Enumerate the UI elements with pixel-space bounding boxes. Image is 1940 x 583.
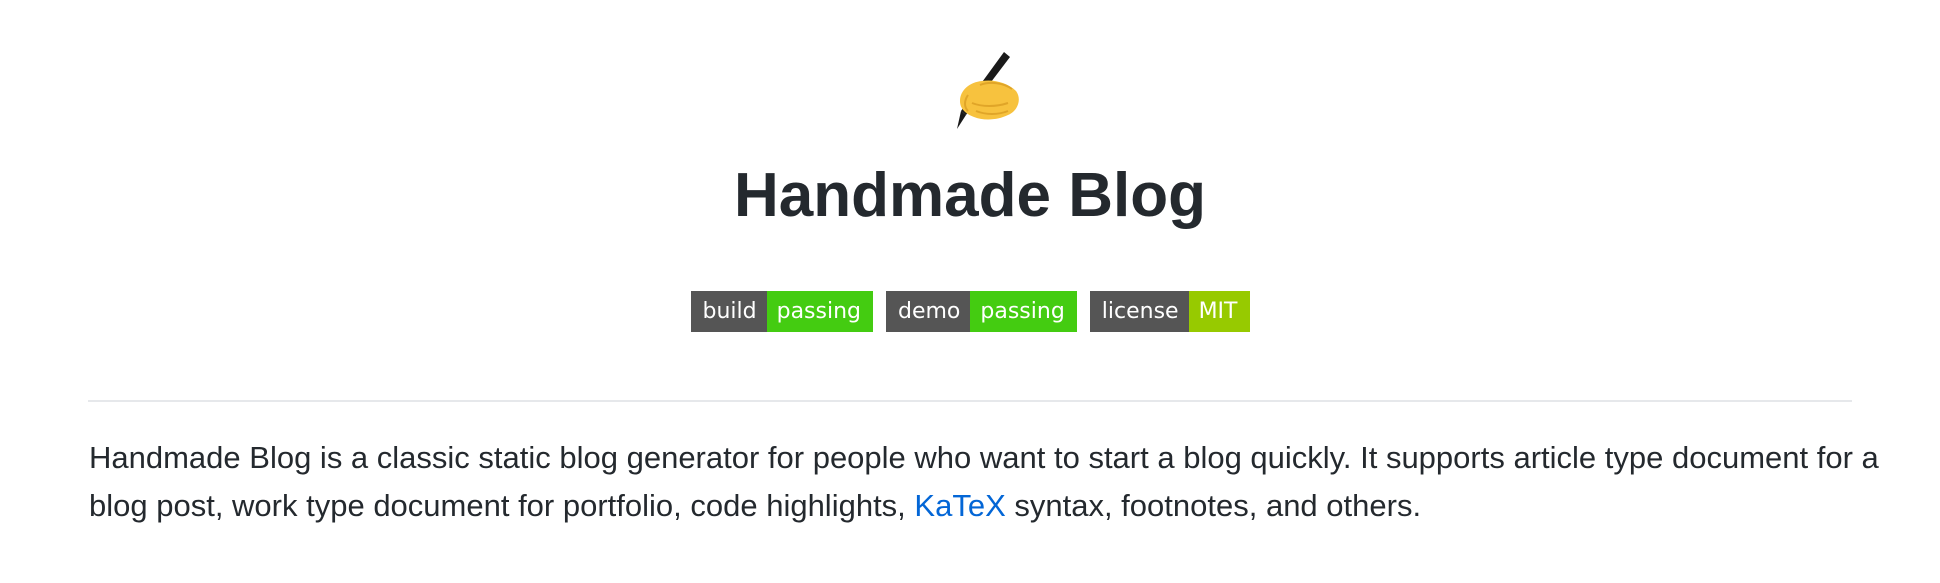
badge-row: build passing demo passing license MIT (0, 291, 1940, 332)
build-badge[interactable]: build passing (690, 291, 873, 332)
katex-link[interactable]: KaTeX (914, 488, 1005, 523)
demo-badge[interactable]: demo passing (886, 291, 1077, 332)
readme-page: Handmade Blog build passing demo passing… (0, 0, 1940, 583)
section-divider (88, 400, 1852, 402)
license-badge[interactable]: license MIT (1089, 291, 1250, 332)
badge-value: passing (766, 291, 873, 332)
writing-hand-icon (957, 52, 1019, 129)
description-paragraph: Handmade Blog is a classic static blog g… (89, 434, 1879, 530)
badge-value: passing (970, 291, 1077, 332)
page-title: Handmade Blog (734, 161, 1206, 230)
badge-value: MIT (1188, 291, 1250, 332)
badge-label: demo (886, 291, 971, 332)
badge-label: license (1089, 291, 1189, 332)
badge-label: build (690, 291, 767, 332)
description-text-end: syntax, footnotes, and others. (1005, 488, 1422, 523)
